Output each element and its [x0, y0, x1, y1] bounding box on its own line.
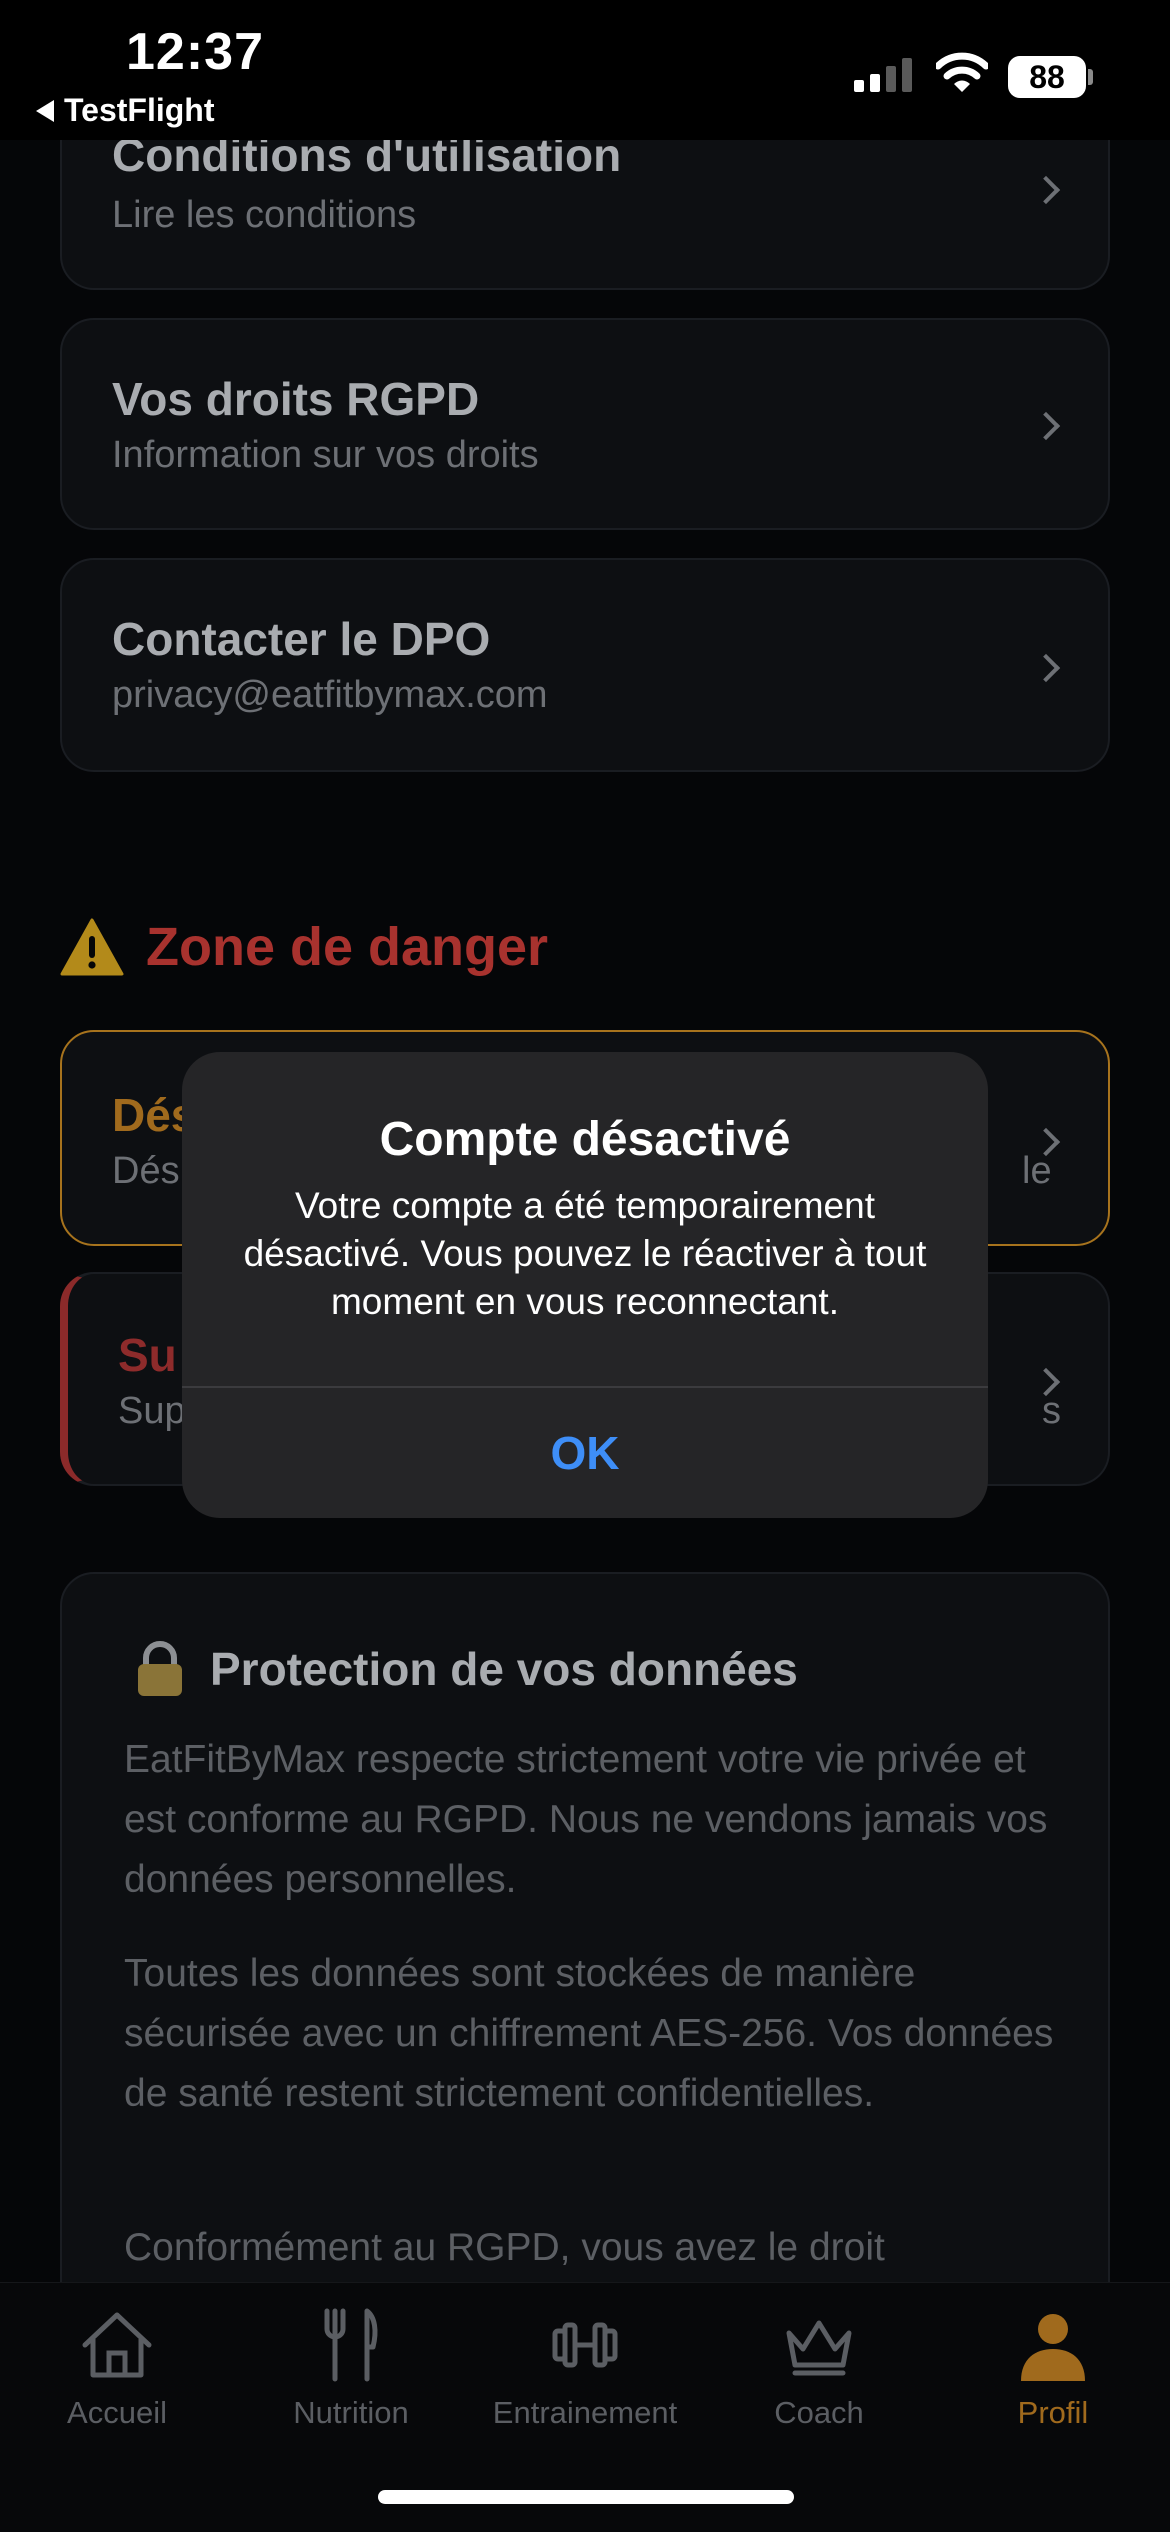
data-protection-card: Protection de vos données EatFitByMax re…: [60, 1572, 1110, 2332]
chevron-right-icon: [1031, 411, 1061, 441]
contact-dpo-card[interactable]: Contacter le DPO privacy@eatfitbymax.com: [60, 558, 1110, 772]
privacy-paragraph-3: Conformément au RGPD, vous avez le droit: [124, 2226, 885, 2269]
battery-cap: [1088, 69, 1093, 85]
alert-ok-button[interactable]: OK: [182, 1388, 988, 1518]
wifi-icon: [936, 52, 988, 92]
alert-message: Votre compte a été temporairement désact…: [243, 1185, 927, 1322]
dumbbell-icon: [552, 2322, 618, 2368]
tab-nutrition-label: Nutrition: [293, 2395, 409, 2430]
tab-profil[interactable]: Profil: [936, 2305, 1170, 2431]
gdpr-rights-card[interactable]: Vos droits RGPD Information sur vos droi…: [60, 318, 1110, 530]
fork-knife-icon: [324, 2308, 378, 2382]
privacy-paragraph-1: EatFitByMax respecte strictement votre v…: [124, 1738, 1048, 1901]
tab-entrainement[interactable]: Entrainement: [468, 2305, 702, 2431]
tab-accueil-label: Accueil: [67, 2395, 167, 2430]
data-protection-title: Protection de vos données: [210, 1643, 798, 1695]
status-time: 12:37: [126, 23, 264, 81]
deactivate-subtitle: Dés: [112, 1150, 180, 1192]
back-to-testflight[interactable]: TestFlight: [36, 92, 215, 129]
gdpr-rights-subtitle: Information sur vos droits: [112, 434, 539, 476]
person-icon: [1021, 2314, 1085, 2381]
delete-title: Su: [118, 1329, 177, 1381]
warning-icon: [60, 918, 124, 976]
alert-title: Compte désactivé: [379, 1113, 791, 1166]
contact-dpo-title: Contacter le DPO: [112, 613, 491, 665]
cellular-signal-icon: [854, 58, 912, 92]
tab-coach[interactable]: Coach: [702, 2305, 936, 2431]
data-protection-heading: Protection de vos données: [132, 1640, 798, 1698]
gdpr-rights-title: Vos droits RGPD: [112, 373, 480, 425]
chevron-right-icon: [1031, 653, 1061, 683]
privacy-paragraph-2: Toutes les données sont stockées de mani…: [124, 1952, 1054, 2115]
terms-subtitle: Lire les conditions: [112, 194, 417, 236]
tab-accueil[interactable]: Accueil: [0, 2305, 234, 2431]
tab-entrainement-label: Entrainement: [492, 2395, 678, 2430]
back-app-label: TestFlight: [64, 92, 215, 128]
danger-zone-title: Zone de danger: [146, 917, 549, 977]
back-triangle-icon: [36, 99, 54, 122]
deactivate-subtitle-tail: le: [1022, 1150, 1052, 1192]
account-deactivated-alert: Compte désactivé Votre compte a été temp…: [182, 1052, 988, 1518]
danger-zone-heading: Zone de danger: [60, 916, 548, 978]
battery-indicator: 88: [1008, 56, 1086, 98]
crown-icon: [786, 2320, 852, 2376]
delete-subtitle-tail: s: [1042, 1390, 1061, 1432]
home-icon: [82, 2312, 152, 2378]
lock-icon: [138, 1641, 182, 1696]
delete-subtitle: Sup: [118, 1390, 186, 1432]
tab-profil-label: Profil: [1017, 2395, 1089, 2430]
tab-coach-label: Coach: [774, 2395, 864, 2430]
status-bar: 12:37 TestFlight 88: [0, 0, 1170, 140]
tab-nutrition[interactable]: Nutrition: [234, 2305, 468, 2431]
chevron-right-icon: [1031, 175, 1061, 205]
home-indicator[interactable]: [378, 2490, 794, 2504]
contact-dpo-subtitle: privacy@eatfitbymax.com: [112, 674, 548, 716]
